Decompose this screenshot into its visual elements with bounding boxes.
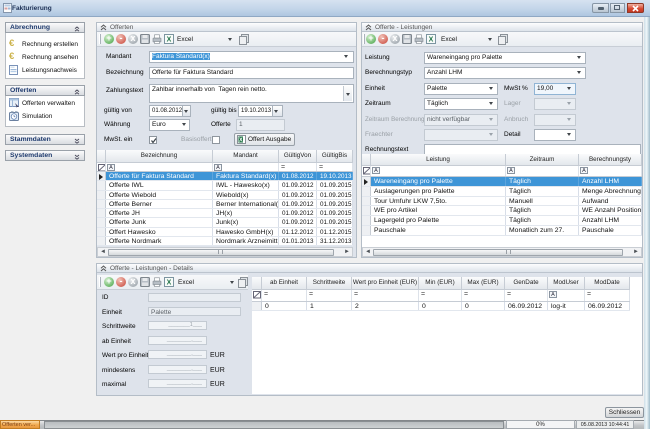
svg-text:X: X [167,280,172,287]
svg-text:X: X [429,37,434,44]
svg-text:X: X [239,138,243,144]
svg-text:X: X [167,37,172,44]
